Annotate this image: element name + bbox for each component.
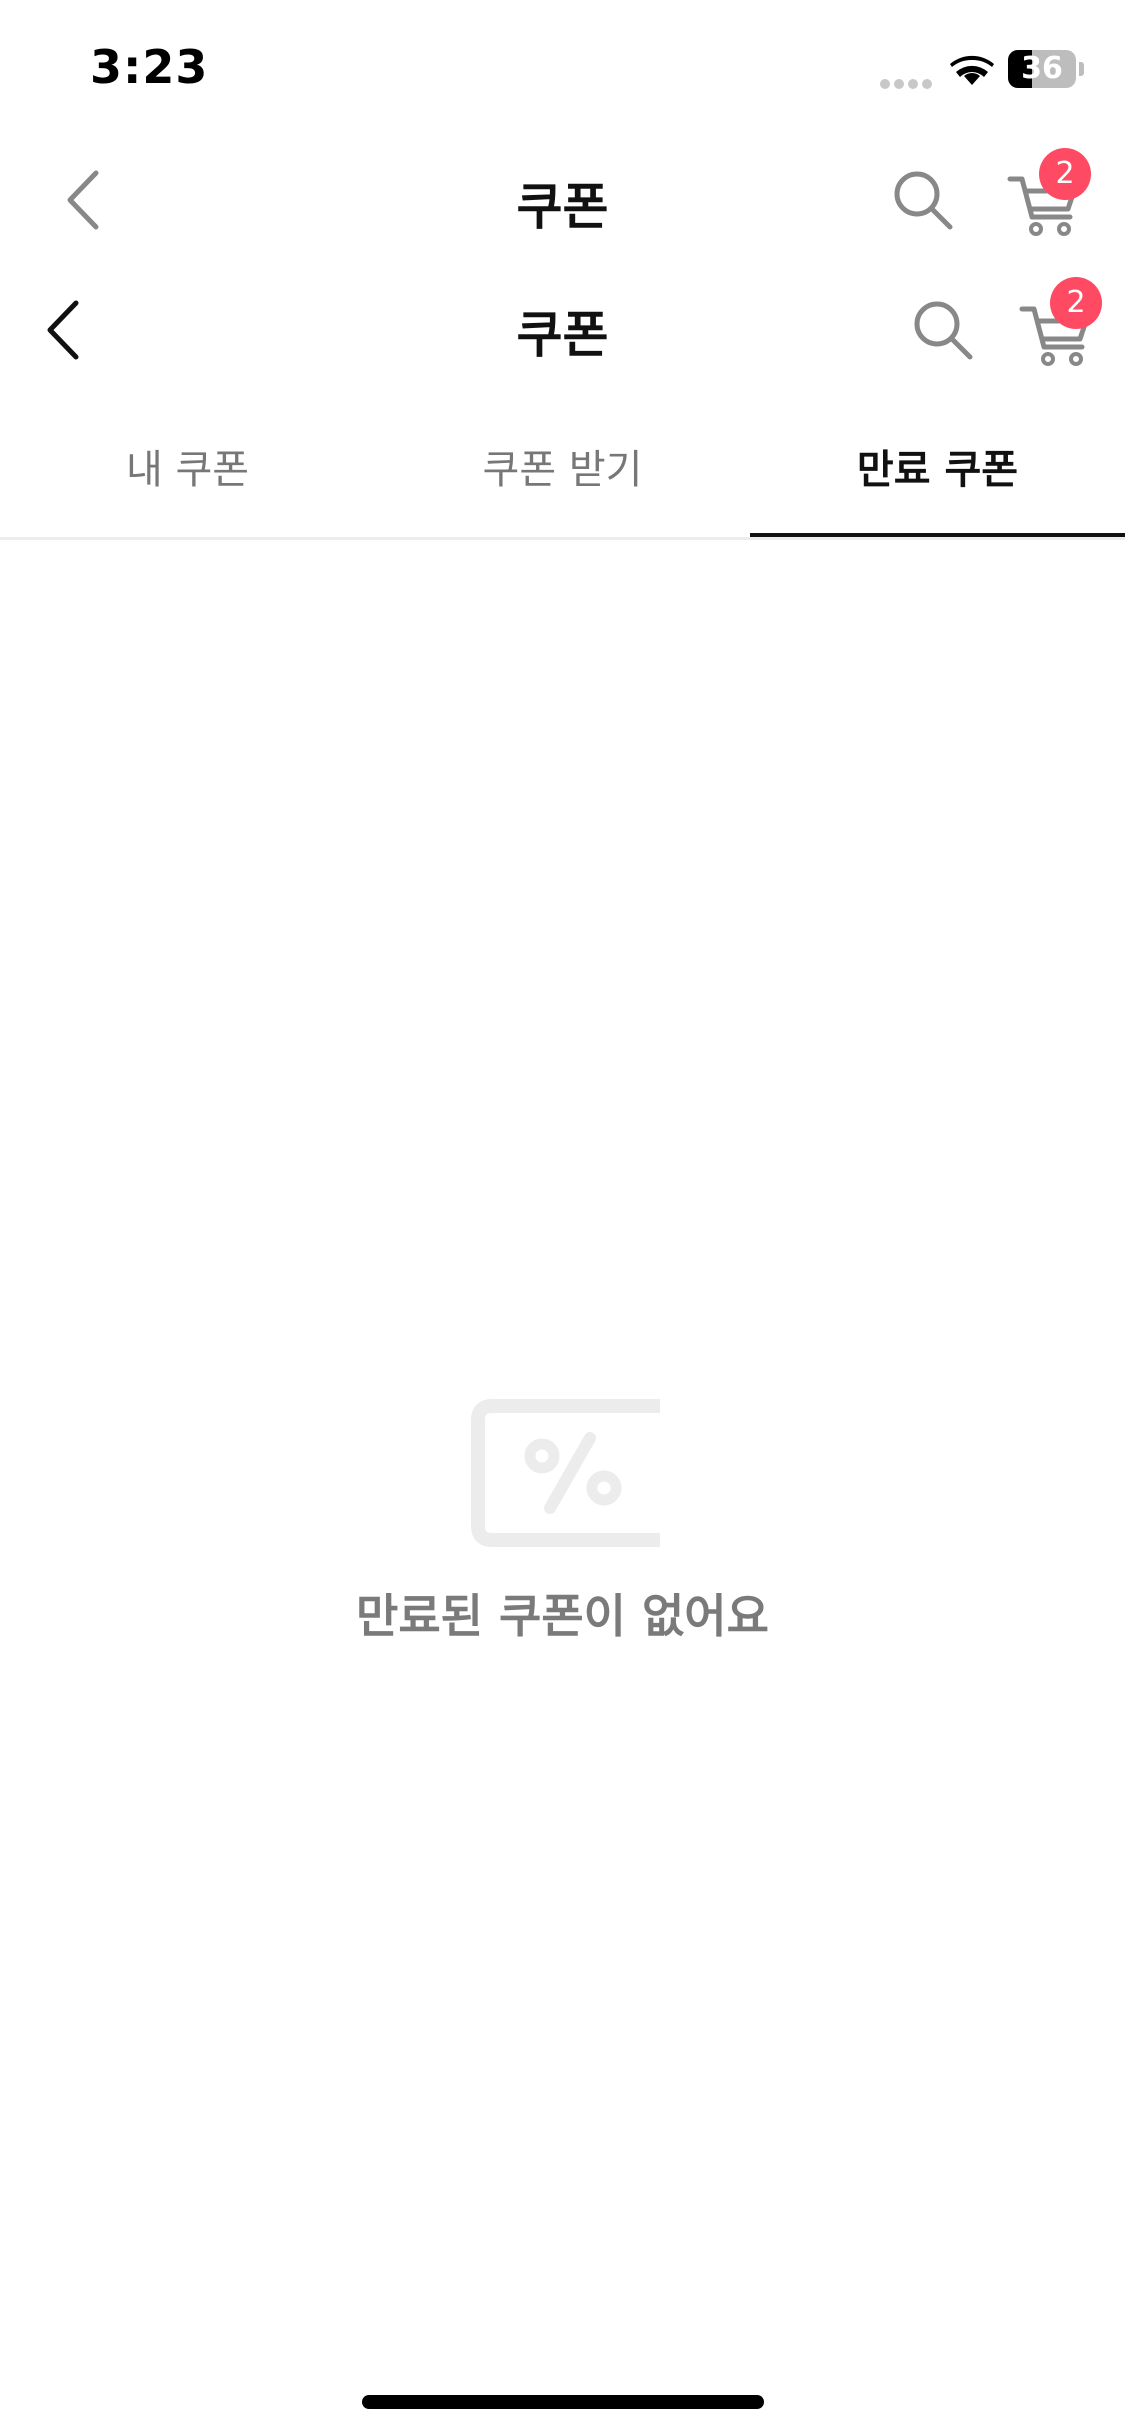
battery-percent: 36 xyxy=(1021,51,1063,86)
search-icon[interactable] xyxy=(892,169,954,231)
cellular-signal-icon xyxy=(880,74,936,89)
wifi-icon xyxy=(950,55,994,85)
nav-header-secondary: 쿠폰 2 xyxy=(0,265,1125,395)
coupon-tabs: 내 쿠폰 쿠폰 받기 만료 쿠폰 xyxy=(0,405,1125,540)
battery-tip xyxy=(1079,62,1084,76)
status-time: 3:23 xyxy=(90,40,209,94)
cart-badge: 2 xyxy=(1050,277,1102,329)
status-bar: 3:23 36 xyxy=(0,0,1125,140)
nav-header-primary: 쿠폰 2 xyxy=(0,135,1125,265)
tab-get-coupons[interactable]: 쿠폰 받기 xyxy=(375,405,750,535)
tab-my-coupons[interactable]: 내 쿠폰 xyxy=(0,405,375,535)
search-icon[interactable] xyxy=(912,299,974,361)
tabs-divider xyxy=(0,537,1125,540)
page-title: 쿠폰 xyxy=(516,178,609,236)
home-indicator[interactable] xyxy=(362,2395,764,2409)
empty-state-message: 만료된 쿠폰이 없어요 xyxy=(356,1589,769,1643)
cart-badge: 2 xyxy=(1039,148,1091,200)
battery-icon: 36 xyxy=(1008,50,1076,88)
coupon-percent-icon xyxy=(471,1399,660,1547)
tab-expired-coupons[interactable]: 만료 쿠폰 xyxy=(750,405,1125,535)
